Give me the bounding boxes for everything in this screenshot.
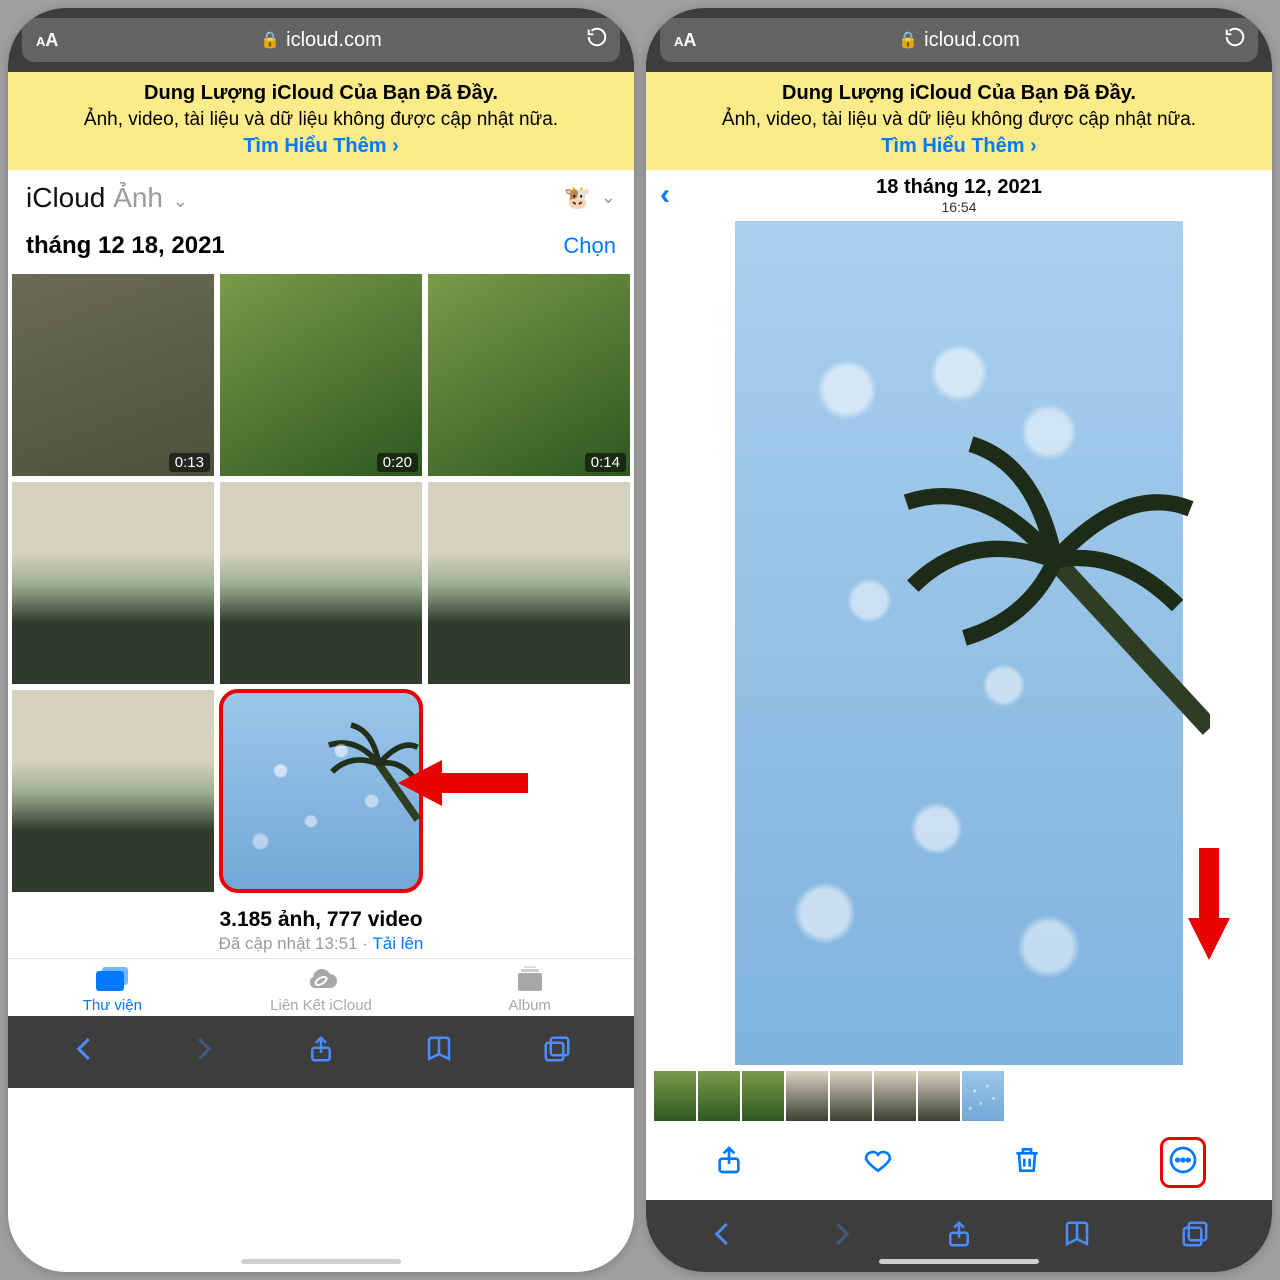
bookmarks-button[interactable]	[424, 1034, 454, 1069]
chevron-down-icon[interactable]: ⌄	[601, 187, 616, 208]
grid-date: tháng 12 18, 2021	[26, 232, 225, 260]
url-field[interactable]: AA 🔒 icloud.com	[660, 18, 1258, 62]
tabs-button[interactable]	[1180, 1219, 1210, 1254]
photo-time: 16:54	[690, 199, 1228, 215]
forward-button[interactable]	[826, 1219, 856, 1254]
back-button[interactable]: ‹	[660, 178, 690, 212]
photo-thumbnail-empty	[428, 690, 630, 892]
banner-title: Dung Lượng iCloud Của Bạn Đã Đầy.	[660, 80, 1258, 107]
reload-button[interactable]	[1224, 26, 1246, 54]
text-size-button[interactable]: AA	[36, 30, 58, 51]
video-thumbnail[interactable]: 0:20	[220, 274, 422, 476]
grid-header: tháng 12 18, 2021 Chọn	[8, 222, 634, 274]
forward-button[interactable]	[188, 1034, 218, 1069]
photo-grid: 0:13 0:20 0:14	[8, 274, 634, 900]
safari-address-bar: AA 🔒 icloud.com	[646, 8, 1272, 72]
tab-library[interactable]: Thư viện	[8, 965, 217, 1014]
storage-full-banner: Dung Lượng iCloud Của Bạn Đã Đầy. Ảnh, v…	[8, 72, 634, 170]
banner-learn-more-link[interactable]: Tìm Hiểu Thêm ›	[243, 135, 399, 157]
account-avatar[interactable]: 🐮	[564, 185, 591, 211]
icloud-tab-bar: Thư viện Liên Kết iCloud Album	[8, 958, 634, 1016]
banner-body: Ảnh, video, tài liệu và dữ liệu không đư…	[22, 107, 620, 133]
more-options-button[interactable]	[1160, 1137, 1206, 1188]
home-indicator	[241, 1259, 401, 1264]
storage-full-banner: Dung Lượng iCloud Của Bạn Đã Đầy. Ảnh, v…	[646, 72, 1272, 170]
filmstrip-thumb[interactable]	[830, 1071, 872, 1121]
tab-icloud-links[interactable]: Liên Kết iCloud	[217, 965, 426, 1014]
palm-tree-icon	[297, 714, 422, 825]
back-button[interactable]	[70, 1034, 100, 1069]
home-indicator	[879, 1259, 1039, 1264]
banner-body: Ảnh, video, tài liệu và dữ liệu không đư…	[660, 107, 1258, 133]
back-button[interactable]	[708, 1219, 738, 1254]
page-title[interactable]: iCloud Ảnh ⌄	[26, 182, 188, 214]
filmstrip-thumb[interactable]	[918, 1071, 960, 1121]
photo-thumbnail[interactable]	[12, 482, 214, 684]
share-button[interactable]	[713, 1144, 745, 1181]
text-size-button[interactable]: AA	[674, 30, 696, 51]
share-button[interactable]	[306, 1034, 336, 1069]
photo-video-count: 3.185 ảnh, 777 video	[8, 908, 634, 932]
photo-thumbnail[interactable]	[12, 690, 214, 892]
video-duration-badge: 0:13	[169, 453, 210, 472]
phone-right: AA 🔒 icloud.com Dung Lượng iCloud Của Bạ…	[646, 8, 1272, 1272]
photo-detail-header: ‹ 18 tháng 12, 2021 16:54	[646, 170, 1272, 221]
video-thumbnail[interactable]: 0:13	[12, 274, 214, 476]
photo-thumbnail-selected[interactable]	[220, 690, 422, 892]
tab-albums[interactable]: Album	[425, 965, 634, 1014]
delete-button[interactable]	[1011, 1144, 1043, 1181]
icloud-photos-header: iCloud Ảnh ⌄ 🐮 ⌄	[8, 170, 634, 222]
filmstrip-thumb-current[interactable]	[962, 1071, 1004, 1121]
tabs-button[interactable]	[542, 1034, 572, 1069]
filmstrip-thumb[interactable]	[654, 1071, 696, 1121]
video-duration-badge: 0:14	[585, 453, 626, 472]
photo-action-toolbar	[646, 1127, 1272, 1200]
chevron-down-icon: ⌄	[173, 191, 188, 212]
url-domain: icloud.com	[286, 29, 382, 52]
photo-viewer[interactable]	[646, 221, 1272, 1065]
video-duration-badge: 0:20	[377, 453, 418, 472]
banner-title: Dung Lượng iCloud Của Bạn Đã Đầy.	[22, 80, 620, 107]
upload-link[interactable]: Tải lên	[372, 934, 423, 953]
palm-tree-icon	[887, 390, 1210, 795]
photo-thumbnail[interactable]	[220, 482, 422, 684]
library-summary: 3.185 ảnh, 777 video Đã cập nhật 13:51 ·…	[8, 900, 634, 958]
url-domain: icloud.com	[924, 29, 1020, 52]
banner-learn-more-link[interactable]: Tìm Hiểu Thêm ›	[881, 135, 1037, 157]
bookmarks-button[interactable]	[1062, 1219, 1092, 1254]
filmstrip-thumb[interactable]	[874, 1071, 916, 1121]
photo-filmstrip[interactable]	[646, 1065, 1272, 1127]
video-thumbnail[interactable]: 0:14	[428, 274, 630, 476]
select-button[interactable]: Chọn	[563, 233, 616, 259]
reload-button[interactable]	[586, 26, 608, 54]
photo-thumbnail[interactable]	[428, 482, 630, 684]
favorite-button[interactable]	[862, 1144, 894, 1181]
safari-toolbar	[8, 1016, 634, 1088]
safari-address-bar: AA 🔒 icloud.com	[8, 8, 634, 72]
photo-date: 18 tháng 12, 2021	[690, 176, 1228, 199]
filmstrip-thumb[interactable]	[742, 1071, 784, 1121]
phone-left: AA 🔒 icloud.com Dung Lượng iCloud Của Bạ…	[8, 8, 634, 1272]
filmstrip-thumb[interactable]	[698, 1071, 740, 1121]
lock-icon: 🔒	[260, 30, 280, 50]
lock-icon: 🔒	[898, 30, 918, 50]
url-field[interactable]: AA 🔒 icloud.com	[22, 18, 620, 62]
photo-full	[735, 221, 1183, 1065]
share-button[interactable]	[944, 1219, 974, 1254]
filmstrip-thumb[interactable]	[786, 1071, 828, 1121]
